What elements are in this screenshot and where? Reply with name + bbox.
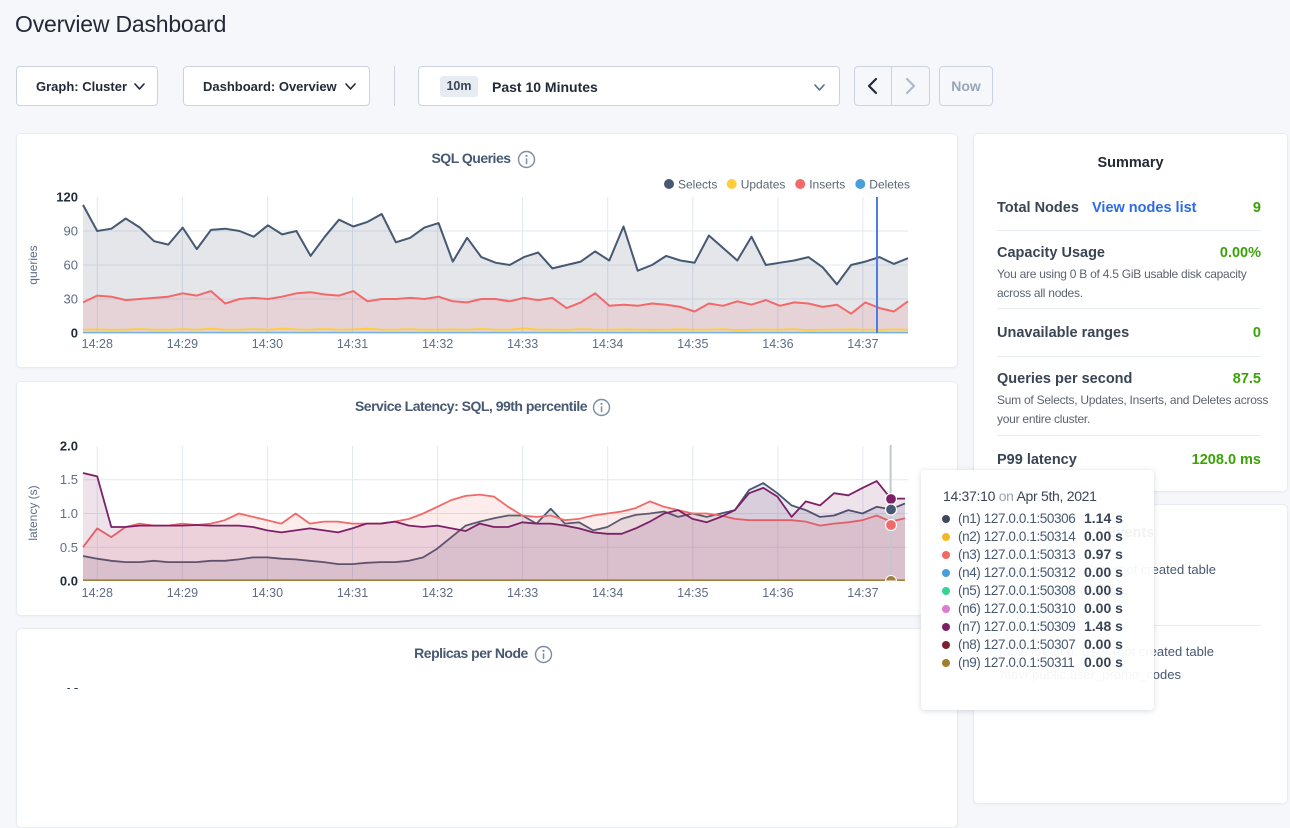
svg-text:Deletes: Deletes [869,178,910,192]
svg-text:14:31: 14:31 [337,586,368,600]
svg-text:1.5: 1.5 [60,472,78,487]
svg-text:0.0: 0.0 [60,574,78,589]
svg-text:14:31: 14:31 [337,337,368,351]
svg-text:14:32: 14:32 [422,337,453,351]
svg-text:queries: queries [26,245,40,284]
svg-text:14:30: 14:30 [252,586,283,600]
svg-text:14:34: 14:34 [592,337,623,351]
svg-text:0.5: 0.5 [60,540,78,555]
svg-text:latency (s): latency (s) [26,485,40,540]
svg-text:14:36: 14:36 [762,337,793,351]
svg-text:120: 120 [56,190,78,205]
svg-text:14:34: 14:34 [592,586,623,600]
svg-text:90: 90 [64,224,78,239]
svg-text:14:37: 14:37 [847,337,878,351]
svg-text:14:37: 14:37 [847,586,878,600]
svg-text:1.0: 1.0 [60,506,78,521]
svg-text:30: 30 [64,292,78,307]
svg-text:14:35: 14:35 [677,586,708,600]
svg-text:14:28: 14:28 [82,586,113,600]
svg-text:14:35: 14:35 [677,337,708,351]
svg-text:14:33: 14:33 [507,337,538,351]
svg-text:14:30: 14:30 [252,337,283,351]
svg-text:14:32: 14:32 [422,586,453,600]
svg-text:0: 0 [71,326,78,341]
svg-text:14:29: 14:29 [167,586,198,600]
svg-text:2.0: 2.0 [60,439,78,454]
svg-text:14:28: 14:28 [82,337,113,351]
svg-text:60: 60 [64,258,78,273]
svg-text:14:33: 14:33 [507,586,538,600]
svg-text:14:29: 14:29 [167,337,198,351]
svg-text:14:36: 14:36 [762,586,793,600]
svg-text:Inserts: Inserts [809,178,845,192]
svg-text:Selects: Selects [678,178,717,192]
svg-text:Updates: Updates [741,178,786,192]
